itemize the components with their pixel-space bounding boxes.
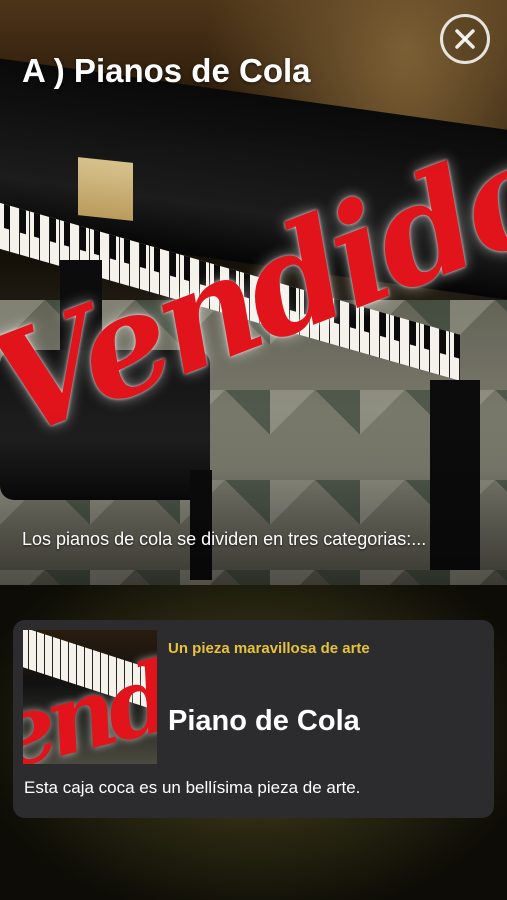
page-title: A ) Pianos de Cola [22, 52, 311, 89]
product-card[interactable]: end Un pieza maravillosa de arte Piano d… [13, 620, 494, 818]
card-description: Esta caja coca es un bellísima pieza de … [24, 778, 361, 797]
product-thumbnail: end [23, 630, 157, 764]
card-subtitle: Un pieza maravillosa de arte [168, 640, 370, 657]
card-title: Piano de Cola [168, 705, 360, 737]
hero-description: Los pianos de cola se dividen en tres ca… [22, 529, 427, 549]
close-icon [455, 29, 475, 49]
close-button[interactable] [440, 14, 490, 64]
